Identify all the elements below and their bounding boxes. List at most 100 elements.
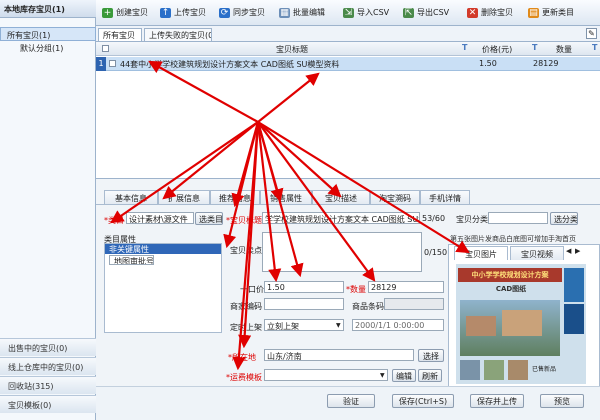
upload-item-label: 上传宝贝 <box>174 8 206 17</box>
left-item-on-sale[interactable]: 出售中的宝贝(0) <box>0 338 96 356</box>
tab-all-items[interactable]: 所有宝贝 <box>98 28 142 41</box>
price-label: 一口价 <box>240 285 264 294</box>
tab-item-video[interactable]: 宝贝视频 <box>510 246 564 260</box>
thumbnail-icon <box>460 360 480 380</box>
export-csv-button[interactable]: ⇱ 导出CSV <box>401 5 461 21</box>
header-price[interactable]: 价格(元) <box>482 44 512 55</box>
header-select-all-checkbox[interactable] <box>102 45 109 52</box>
building-shape <box>466 316 496 336</box>
tab-extended-info[interactable]: 扩展信息 <box>158 190 210 204</box>
price-input[interactable]: 1.50 <box>264 281 344 293</box>
create-item-button[interactable]: + 创建宝贝 <box>100 5 156 21</box>
tree-item-all[interactable]: 所有宝贝(1) <box>0 27 96 41</box>
thumbnail-icon <box>484 360 504 380</box>
image-notice-text: 第五张图片发商品白底图可增加手淘首页 <box>450 235 576 243</box>
listing-time-select[interactable]: 立刻上架 <box>264 319 344 331</box>
row-number: 1 <box>96 57 106 71</box>
create-item-label: 创建宝贝 <box>116 8 148 17</box>
product-image[interactable]: 中小学学校规划设计方案 CAD图纸 已售新品 <box>456 264 586 384</box>
tab-upload-failed[interactable]: 上传失败的宝贝(0) <box>144 28 212 41</box>
export-csv-label: 导出CSV <box>417 8 450 17</box>
listing-date-input[interactable]: 2000/1/1 0:00:00 <box>352 319 444 331</box>
shipping-refresh-button[interactable]: 刷新 <box>418 369 442 382</box>
tree-item-default-group[interactable]: 默认分组(1) <box>0 41 96 55</box>
tab-traceability[interactable]: 淘宝溯码 <box>370 190 420 204</box>
tab-sales-attributes[interactable]: 销售属性 <box>260 190 312 204</box>
tab-description[interactable]: 宝贝描述 <box>312 190 370 204</box>
import-csv-label: 导入CSV <box>357 8 390 17</box>
location-select-button[interactable]: 选择 <box>418 349 444 362</box>
filter-icon[interactable]: T <box>462 43 467 52</box>
attr-group-header[interactable]: 非关键属性 <box>105 244 221 254</box>
chevron-down-icon: ▼ <box>336 322 341 329</box>
batch-edit-label: 批量编辑 <box>293 8 325 17</box>
upload-item-button[interactable]: ↑ 上传宝贝 <box>158 5 214 21</box>
listing-time-label: 定时上架 <box>230 323 262 332</box>
validate-button[interactable]: 验证 <box>327 394 375 408</box>
chevron-down-icon: ▼ <box>380 372 385 379</box>
chevron-left-icon[interactable]: ◀ <box>566 247 571 255</box>
filter-icon[interactable]: T <box>592 43 597 52</box>
chevron-right-icon[interactable]: ▶ <box>575 247 580 255</box>
selling-points-textarea[interactable] <box>262 232 422 272</box>
delete-item-button[interactable]: ✕ 删除宝贝 <box>465 5 521 21</box>
update-category-label: 更新类目 <box>542 8 574 17</box>
save-and-upload-button[interactable]: 保存并上传 <box>470 394 524 408</box>
tab-mobile-details[interactable]: 手机详情 <box>420 190 470 204</box>
left-item-warehouse[interactable]: 线上仓库中的宝贝(0) <box>0 357 96 375</box>
header-title[interactable]: 宝贝标题 <box>276 44 308 55</box>
import-csv-button[interactable]: ⇲ 导入CSV <box>341 5 397 21</box>
title-input[interactable]: 学学校建筑规划设计方案文本 CAD图纸 SU模型资料 <box>262 212 420 224</box>
tab-recommend-info[interactable]: 推荐信息 <box>210 190 260 204</box>
filter-icon[interactable]: T <box>532 43 537 52</box>
shipping-template-select[interactable] <box>264 369 388 381</box>
import-icon: ⇲ <box>343 8 354 18</box>
row-price: 1.50 <box>479 59 497 68</box>
edit-icon[interactable]: ✎ <box>586 28 597 39</box>
title-counter: 53/60 <box>422 214 446 223</box>
update-category-button[interactable]: ▤ 更新类目 <box>526 5 586 21</box>
category-attr-list: 非关键属性 地图审批号 <box>104 243 222 333</box>
thumb-caption: 已售新品 <box>532 366 557 373</box>
update-icon: ▤ <box>528 8 539 18</box>
sync-item-button[interactable]: ⟳ 同步宝贝 <box>217 5 273 21</box>
quantity-input[interactable]: 28129 <box>368 281 444 293</box>
badge-icon <box>564 268 584 302</box>
header-quantity[interactable]: 数量 <box>556 44 572 55</box>
preview-button[interactable]: 预览 <box>540 394 584 408</box>
category-select[interactable]: 设计素材\源文件 <box>126 212 194 224</box>
upload-icon: ↑ <box>160 8 171 18</box>
merchant-code-label: 商家编码 <box>230 302 262 311</box>
left-item-recycle[interactable]: 回收站(315) <box>0 376 96 394</box>
location-input[interactable]: 山东/济南 <box>264 349 414 361</box>
select-category-button[interactable]: 选类目 <box>195 212 223 225</box>
row-checkbox[interactable] <box>109 60 116 67</box>
left-panel: 本地库存宝贝(1) 所有宝贝(1) 默认分组(1) 出售中的宝贝(0) 线上仓库… <box>0 0 96 420</box>
merchant-code-input[interactable] <box>264 298 344 310</box>
item-list-tabs: 所有宝贝 上传失败的宝贝(0) ✎ <box>96 26 600 42</box>
title-label: *宝贝标题 <box>226 216 262 225</box>
sync-item-label: 同步宝贝 <box>233 8 265 17</box>
batch-edit-icon: ▦ <box>279 8 290 18</box>
delete-icon: ✕ <box>467 8 478 18</box>
toolbar: + 创建宝贝 ↑ 上传宝贝 ⟳ 同步宝贝 ▦ 批量编辑 ⇲ 导入CSV ⇱ 导出… <box>96 0 600 26</box>
quantity-label: *数量 <box>346 285 366 294</box>
export-icon: ⇱ <box>403 8 414 18</box>
row-title: 44套中小学学校建筑规划设计方案文本 CAD图纸 SU模型资料 <box>120 60 340 69</box>
left-panel-title: 本地库存宝贝(1) <box>0 0 96 18</box>
table-row[interactable]: 1 44套中小学学校建筑规划设计方案文本 CAD图纸 SU模型资料 1.50 2… <box>96 57 600 71</box>
shipping-template-label: *运费模板 <box>226 373 262 382</box>
select-shop-category-button[interactable]: 选分类 <box>550 212 578 225</box>
attr-item-map-approval[interactable]: 地图审批号 <box>109 255 154 265</box>
left-item-templates[interactable]: 宝贝模板(0) <box>0 395 96 413</box>
tab-basic-info[interactable]: 基本信息 <box>104 190 158 204</box>
location-label: *所在地 <box>228 353 256 362</box>
shipping-edit-button[interactable]: 编辑 <box>392 369 416 382</box>
thumbnail-icon <box>508 360 528 380</box>
batch-edit-button[interactable]: ▦ 批量编辑 <box>277 5 337 21</box>
tab-item-images[interactable]: 宝贝图片 <box>454 246 508 260</box>
shop-category-input[interactable] <box>488 212 548 224</box>
barcode-label: 商品条码 <box>352 302 384 311</box>
barcode-input[interactable] <box>384 298 444 310</box>
save-button[interactable]: 保存(Ctrl+S) <box>392 394 454 408</box>
